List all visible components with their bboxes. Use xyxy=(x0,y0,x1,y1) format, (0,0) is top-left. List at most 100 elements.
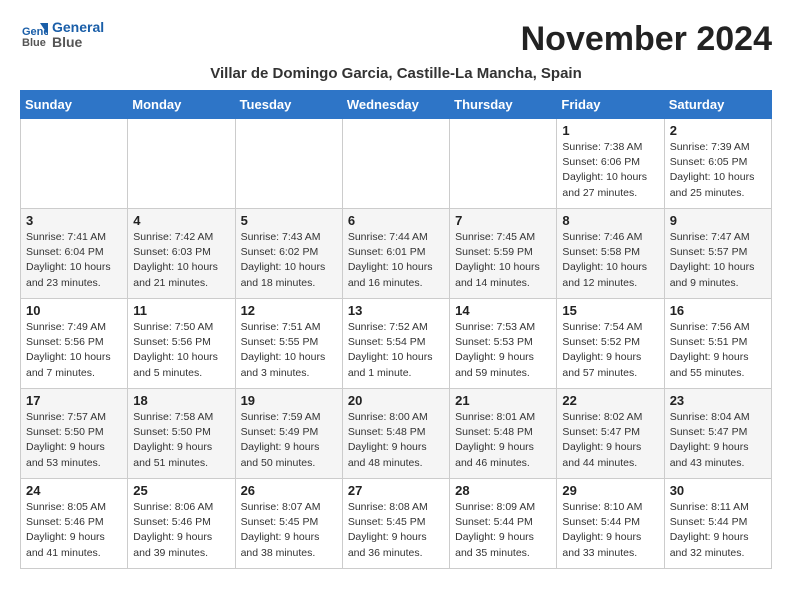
calendar-cell: 18 Sunrise: 7:58 AMSunset: 5:50 PMDayligh… xyxy=(128,389,235,479)
day-info: Sunrise: 7:45 AMSunset: 5:59 PMDaylight:… xyxy=(455,230,551,291)
day-number: 4 xyxy=(133,213,229,228)
day-info: Sunrise: 7:41 AMSunset: 6:04 PMDaylight:… xyxy=(26,230,122,291)
day-info: Sunrise: 8:09 AMSunset: 5:44 PMDaylight:… xyxy=(455,500,551,561)
day-info: Sunrise: 7:42 AMSunset: 6:03 PMDaylight:… xyxy=(133,230,229,291)
day-info: Sunrise: 7:46 AMSunset: 5:58 PMDaylight:… xyxy=(562,230,658,291)
day-number: 21 xyxy=(455,393,551,408)
weekday-header-wednesday: Wednesday xyxy=(342,91,449,119)
day-info: Sunrise: 7:53 AMSunset: 5:53 PMDaylight:… xyxy=(455,320,551,381)
calendar-cell: 10 Sunrise: 7:49 AMSunset: 5:56 PMDayligh… xyxy=(21,299,128,389)
calendar-cell: 7 Sunrise: 7:45 AMSunset: 5:59 PMDaylight… xyxy=(450,209,557,299)
weekday-header-sunday: Sunday xyxy=(21,91,128,119)
day-number: 20 xyxy=(348,393,444,408)
day-number: 22 xyxy=(562,393,658,408)
calendar-cell: 23 Sunrise: 8:04 AMSunset: 5:47 PMDayligh… xyxy=(664,389,771,479)
day-info: Sunrise: 8:07 AMSunset: 5:45 PMDaylight:… xyxy=(241,500,337,561)
day-number: 9 xyxy=(670,213,766,228)
weekday-header-thursday: Thursday xyxy=(450,91,557,119)
day-info: Sunrise: 7:50 AMSunset: 5:56 PMDaylight:… xyxy=(133,320,229,381)
calendar-cell: 19 Sunrise: 7:59 AMSunset: 5:49 PMDayligh… xyxy=(235,389,342,479)
calendar-cell: 1 Sunrise: 7:38 AMSunset: 6:06 PMDaylight… xyxy=(557,119,664,209)
day-number: 25 xyxy=(133,483,229,498)
day-info: Sunrise: 8:08 AMSunset: 5:45 PMDaylight:… xyxy=(348,500,444,561)
calendar-cell: 15Sunrise: 7:54 AMSunset: 5:52 PMDayligh… xyxy=(557,299,664,389)
logo-blue: Blue xyxy=(52,35,104,50)
calendar-cell: 21 Sunrise: 8:01 AMSunset: 5:48 PMDayligh… xyxy=(450,389,557,479)
day-info: Sunrise: 7:43 AMSunset: 6:02 PMDaylight:… xyxy=(241,230,337,291)
calendar-cell: 25Sunrise: 8:06 AMSunset: 5:46 PMDayligh… xyxy=(128,479,235,569)
day-info: Sunrise: 7:52 AMSunset: 5:54 PMDaylight:… xyxy=(348,320,444,381)
weekday-header-friday: Friday xyxy=(557,91,664,119)
weekday-header-saturday: Saturday xyxy=(664,91,771,119)
day-number: 7 xyxy=(455,213,551,228)
calendar-cell: 8 Sunrise: 7:46 AMSunset: 5:58 PMDaylight… xyxy=(557,209,664,299)
day-number: 11 xyxy=(133,303,229,318)
day-info: Sunrise: 7:49 AMSunset: 5:56 PMDaylight:… xyxy=(26,320,122,381)
day-info: Sunrise: 8:10 AMSunset: 5:44 PMDaylight:… xyxy=(562,500,658,561)
calendar-cell xyxy=(235,119,342,209)
calendar-cell xyxy=(342,119,449,209)
day-number: 2 xyxy=(670,123,766,138)
day-number: 15 xyxy=(562,303,658,318)
calendar-cell: 6 Sunrise: 7:44 AMSunset: 6:01 PMDaylight… xyxy=(342,209,449,299)
calendar-cell: 27 Sunrise: 8:08 AMSunset: 5:45 PMDayligh… xyxy=(342,479,449,569)
calendar-cell: 28 Sunrise: 8:09 AMSunset: 5:44 PMDayligh… xyxy=(450,479,557,569)
day-info: Sunrise: 7:58 AMSunset: 5:50 PMDaylight:… xyxy=(133,410,229,471)
calendar-cell: 16 Sunrise: 7:56 AMSunset: 5:51 PMDayligh… xyxy=(664,299,771,389)
day-number: 3 xyxy=(26,213,122,228)
day-number: 5 xyxy=(241,213,337,228)
day-number: 13 xyxy=(348,303,444,318)
weekday-header-tuesday: Tuesday xyxy=(235,91,342,119)
day-info: Sunrise: 7:51 AMSunset: 5:55 PMDaylight:… xyxy=(241,320,337,381)
calendar-cell: 17 Sunrise: 7:57 AMSunset: 5:50 PMDayligh… xyxy=(21,389,128,479)
calendar-cell: 30 Sunrise: 8:11 AMSunset: 5:44 PMDayligh… xyxy=(664,479,771,569)
calendar-cell: 29 Sunrise: 8:10 AMSunset: 5:44 PMDayligh… xyxy=(557,479,664,569)
day-info: Sunrise: 7:47 AMSunset: 5:57 PMDaylight:… xyxy=(670,230,766,291)
calendar-cell: 26 Sunrise: 8:07 AMSunset: 5:45 PMDayligh… xyxy=(235,479,342,569)
day-number: 16 xyxy=(670,303,766,318)
day-info: Sunrise: 7:57 AMSunset: 5:50 PMDaylight:… xyxy=(26,410,122,471)
day-number: 17 xyxy=(26,393,122,408)
calendar-cell: 3 Sunrise: 7:41 AMSunset: 6:04 PMDaylight… xyxy=(21,209,128,299)
calendar-cell xyxy=(21,119,128,209)
logo: General Blue General Blue xyxy=(20,20,104,51)
calendar-cell: 20 Sunrise: 8:00 AMSunset: 5:48 PMDayligh… xyxy=(342,389,449,479)
day-info: Sunrise: 8:11 AMSunset: 5:44 PMDaylight:… xyxy=(670,500,766,561)
calendar-cell: 24Sunrise: 8:05 AMSunset: 5:46 PMDayligh… xyxy=(21,479,128,569)
calendar-cell: 14 Sunrise: 7:53 AMSunset: 5:53 PMDayligh… xyxy=(450,299,557,389)
general-blue-logo-icon: General Blue xyxy=(20,21,48,49)
day-number: 1 xyxy=(562,123,658,138)
day-number: 12 xyxy=(241,303,337,318)
day-info: Sunrise: 8:04 AMSunset: 5:47 PMDaylight:… xyxy=(670,410,766,471)
day-number: 23 xyxy=(670,393,766,408)
calendar-cell: 4 Sunrise: 7:42 AMSunset: 6:03 PMDaylight… xyxy=(128,209,235,299)
calendar-cell: 5 Sunrise: 7:43 AMSunset: 6:02 PMDaylight… xyxy=(235,209,342,299)
day-info: Sunrise: 7:44 AMSunset: 6:01 PMDaylight:… xyxy=(348,230,444,291)
calendar-cell: 13 Sunrise: 7:52 AMSunset: 5:54 PMDayligh… xyxy=(342,299,449,389)
calendar-cell: 22 Sunrise: 8:02 AMSunset: 5:47 PMDayligh… xyxy=(557,389,664,479)
day-number: 29 xyxy=(562,483,658,498)
day-number: 30 xyxy=(670,483,766,498)
day-number: 18 xyxy=(133,393,229,408)
calendar-cell: 2 Sunrise: 7:39 AMSunset: 6:05 PMDaylight… xyxy=(664,119,771,209)
day-number: 28 xyxy=(455,483,551,498)
day-number: 26 xyxy=(241,483,337,498)
day-info: Sunrise: 8:01 AMSunset: 5:48 PMDaylight:… xyxy=(455,410,551,471)
day-number: 14 xyxy=(455,303,551,318)
day-number: 8 xyxy=(562,213,658,228)
day-number: 10 xyxy=(26,303,122,318)
day-info: Sunrise: 7:39 AMSunset: 6:05 PMDaylight:… xyxy=(670,140,766,201)
calendar-cell: 11 Sunrise: 7:50 AMSunset: 5:56 PMDayligh… xyxy=(128,299,235,389)
day-number: 6 xyxy=(348,213,444,228)
day-info: Sunrise: 8:00 AMSunset: 5:48 PMDaylight:… xyxy=(348,410,444,471)
day-info: Sunrise: 7:59 AMSunset: 5:49 PMDaylight:… xyxy=(241,410,337,471)
day-number: 27 xyxy=(348,483,444,498)
day-info: Sunrise: 8:02 AMSunset: 5:47 PMDaylight:… xyxy=(562,410,658,471)
calendar-cell xyxy=(128,119,235,209)
day-number: 19 xyxy=(241,393,337,408)
month-year-title: November 2024 xyxy=(521,20,772,59)
day-info: Sunrise: 7:38 AMSunset: 6:06 PMDaylight:… xyxy=(562,140,658,201)
svg-text:Blue: Blue xyxy=(22,37,46,49)
calendar-cell xyxy=(450,119,557,209)
day-info: Sunrise: 7:56 AMSunset: 5:51 PMDaylight:… xyxy=(670,320,766,381)
